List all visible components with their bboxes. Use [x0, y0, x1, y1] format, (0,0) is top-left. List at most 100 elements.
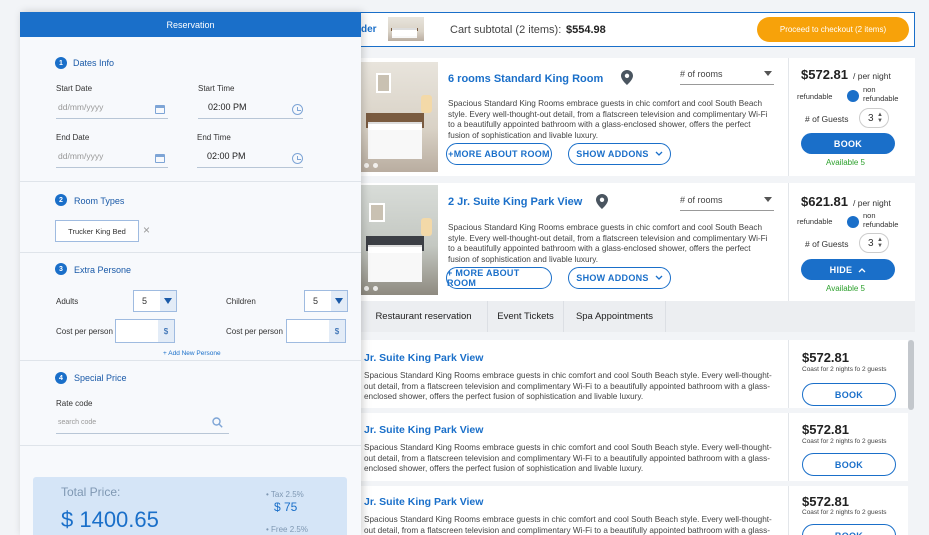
step-number: 3 — [55, 263, 67, 275]
rate-code-label: Rate code — [56, 399, 93, 408]
section-divider — [20, 252, 361, 253]
addon-title[interactable]: Jr. Suite King Park View — [364, 496, 483, 508]
cart-bar: der Cart subtotal (2 items): $554.98 Pro… — [360, 12, 915, 47]
more-about-room-button[interactable]: +MORE ABOUT ROOM — [446, 143, 552, 165]
rate-code-input[interactable]: search code — [56, 416, 229, 434]
guests-value: 3 — [868, 112, 874, 124]
more-about-room-button[interactable]: + MORE ABOUT ROOM — [446, 267, 552, 289]
addon-description: Spacious Standard King Rooms embrace gue… — [364, 371, 772, 401]
addon-title[interactable]: Jr. Suite King Park View — [364, 352, 483, 364]
location-pin-icon[interactable] — [596, 194, 608, 209]
stepper-arrows-icon: ▲ ▼ — [877, 112, 883, 124]
addon-price: $572.81 — [802, 422, 849, 437]
calendar-icon[interactable] — [155, 154, 165, 163]
refund-toggle[interactable] — [847, 216, 859, 228]
room-description: Spacious Standard King Rooms embrace gue… — [448, 223, 768, 264]
book-button[interactable]: BOOK — [802, 453, 896, 476]
book-button[interactable]: BOOK — [802, 383, 896, 406]
refundable-label: refundable — [797, 217, 833, 226]
per-night-label: / per night — [853, 71, 891, 81]
total-price-box: Total Price: $ 1400.65 • Tax 2.5% $ 75 •… — [33, 477, 347, 535]
guests-value: 3 — [868, 237, 874, 249]
start-date-label: Start Date — [56, 84, 93, 93]
partial-label: der — [361, 24, 377, 35]
room-card: 6 rooms Standard King Room # of rooms Sp… — [360, 58, 915, 176]
show-addons-button[interactable]: SHOW ADDONS — [568, 267, 671, 289]
end-date-placeholder: dd/mm/yyyy — [58, 151, 104, 161]
children-select[interactable]: 5 — [304, 290, 348, 312]
chevron-up-icon — [858, 267, 866, 272]
end-time-label: End Time — [197, 133, 231, 142]
child-cost-input[interactable]: $ — [286, 319, 346, 343]
per-night-label: / per night — [853, 198, 891, 208]
adults-select[interactable]: 5 — [133, 290, 177, 312]
calendar-icon[interactable] — [155, 105, 165, 114]
room-photo[interactable] — [360, 62, 438, 172]
dollar-icon: $ — [158, 320, 174, 342]
addon-item: Jr. Suite King Park View Spacious Standa… — [360, 340, 908, 408]
book-button[interactable]: BOOK — [802, 524, 896, 535]
hide-button[interactable]: HIDE — [801, 259, 895, 280]
section-divider — [20, 445, 361, 446]
chevron-down-icon — [331, 291, 347, 311]
cost-per-person-label: Cost per person — [56, 327, 113, 336]
chevron-down-icon — [160, 291, 176, 311]
room-title[interactable]: 2 Jr. Suite King Park View — [448, 196, 582, 208]
clock-icon[interactable] — [292, 104, 303, 115]
guests-stepper[interactable]: 3 ▲ ▼ — [859, 108, 889, 128]
section-title-room-types: Room Types — [74, 196, 125, 206]
start-time-label: Start Time — [198, 84, 235, 93]
cost-per-person-label: Cost per person — [226, 327, 283, 336]
show-addons-button[interactable]: SHOW ADDONS — [568, 143, 671, 165]
remove-chip-icon[interactable]: × — [143, 223, 150, 237]
room-photo[interactable] — [360, 185, 438, 295]
cart-subtotal-label: Cart subtotal (2 items): — [450, 24, 562, 36]
guests-stepper[interactable]: 3 ▲ ▼ — [859, 233, 889, 253]
card-divider — [788, 340, 789, 408]
chevron-down-icon — [764, 71, 772, 76]
addon-coast: Coast for 2 nights fo 2 guests — [802, 509, 887, 516]
step-number: 4 — [55, 372, 67, 384]
clock-icon[interactable] — [292, 153, 303, 164]
start-date-input[interactable]: dd/mm/yyyy — [56, 102, 168, 119]
show-addons-label: SHOW ADDONS — [576, 149, 649, 159]
room-type-chip[interactable]: Trucker King Bed — [55, 220, 139, 242]
rooms-select-label: # of rooms — [680, 195, 723, 205]
start-time-input[interactable]: 02:00 PM — [198, 102, 303, 119]
non-refundable-label: non refundable — [863, 211, 899, 229]
refundable-label: refundable — [797, 92, 833, 101]
end-date-label: End Date — [56, 133, 90, 142]
add-new-persone-link[interactable]: + Add New Persone — [163, 350, 221, 357]
children-label: Children — [226, 297, 256, 306]
room-card: 2 Jr. Suite King Park View # of rooms Sp… — [360, 183, 915, 301]
section-title-dates: Dates Info — [73, 58, 115, 68]
addon-item: Jr. Suite King Park View Spacious Standa… — [360, 486, 908, 535]
room-title[interactable]: 6 rooms Standard King Room — [448, 73, 603, 85]
addon-tabs: Restaurant reservation Event Tickets Spa… — [360, 301, 915, 332]
tax-label: • Tax 2.5% — [266, 490, 304, 499]
scrollbar-thumb[interactable] — [908, 340, 914, 410]
rooms-select[interactable]: # of rooms — [680, 69, 774, 85]
panel-header: Reservation — [20, 12, 361, 37]
end-date-input[interactable]: dd/mm/yyyy — [56, 151, 168, 168]
book-button[interactable]: BOOK — [801, 133, 895, 154]
card-divider — [788, 183, 789, 301]
addon-price: $572.81 — [802, 350, 849, 365]
addon-title[interactable]: Jr. Suite King Park View — [364, 424, 483, 436]
search-icon[interactable] — [212, 417, 223, 428]
addon-item: Jr. Suite King Park View Spacious Standa… — [360, 413, 908, 481]
end-time-input[interactable]: 02:00 PM — [197, 151, 303, 168]
tab-spa-appointments[interactable]: Spa Appointments — [564, 301, 666, 332]
adult-cost-input[interactable]: $ — [115, 319, 175, 343]
location-pin-icon[interactable] — [621, 70, 633, 85]
tab-restaurant-reservation[interactable]: Restaurant reservation — [360, 301, 488, 332]
tab-event-tickets[interactable]: Event Tickets — [488, 301, 564, 332]
addon-list: Jr. Suite King Park View Spacious Standa… — [360, 336, 915, 535]
rooms-select[interactable]: # of rooms — [680, 195, 774, 211]
chevron-down-icon — [655, 275, 663, 280]
checkout-button[interactable]: Proceed to checkout (2 items) — [757, 17, 909, 42]
end-time-value: 02:00 PM — [207, 151, 246, 161]
chevron-down-icon — [655, 151, 663, 156]
free-label: • Free 2.5% — [266, 525, 308, 534]
refund-toggle[interactable] — [847, 90, 859, 102]
